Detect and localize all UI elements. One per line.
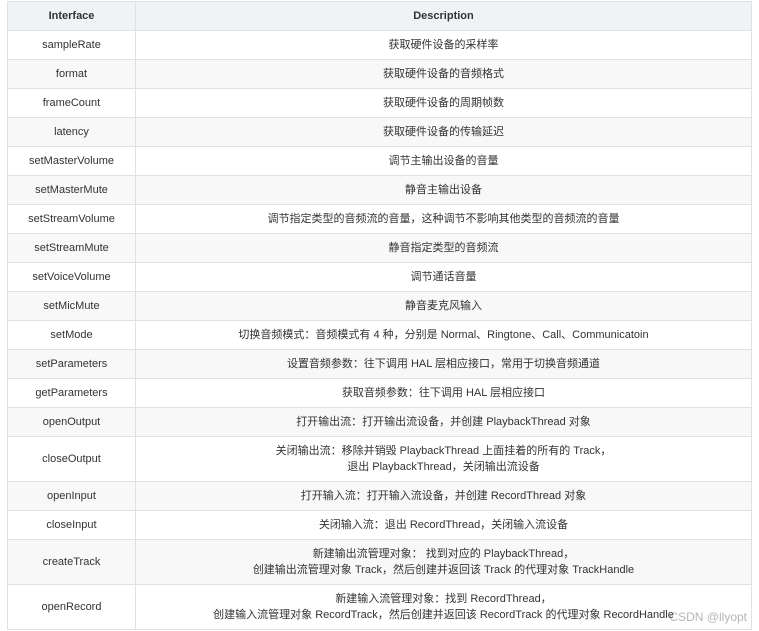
interface-cell: frameCount — [7, 88, 136, 118]
description-line: 关闭输出流：移除并销毁 PlaybackThread 上面挂着的所有的 Trac… — [275, 445, 612, 457]
description-line: 创建输入流管理对象 RecordTrack，然后创建并返回该 RecordTra… — [213, 609, 674, 621]
description-cell: 调节指定类型的音频流的音量，这种调节不影响其他类型的音频流的音量 — [135, 204, 752, 234]
interface-cell: closeOutput — [7, 436, 136, 482]
interface-cell: setMasterMute — [7, 175, 136, 205]
interface-cell: getParameters — [7, 378, 136, 408]
description-cell: 调节通话音量 — [135, 262, 752, 292]
interface-cell: setParameters — [7, 349, 136, 379]
description-line: 静音主输出设备 — [405, 184, 482, 196]
description-line: 获取硬件设备的周期帧数 — [383, 97, 504, 109]
table-header-row: Interface Description — [7, 1, 752, 31]
description-cell: 静音主输出设备 — [135, 175, 752, 205]
description-line: 获取硬件设备的采样率 — [388, 39, 499, 51]
table-row: setParameters 设置音频参数：往下调用 HAL 层相应接口，常用于切换… — [7, 349, 752, 379]
description-line: 获取音频参数：往下调用 HAL 层相应接口 — [341, 387, 546, 399]
description-line: 获取硬件设备的传输延迟 — [383, 126, 504, 138]
table-row: openOutput 打开输出流：打开输出流设备，并创建 PlaybackThre… — [7, 407, 752, 437]
table-row: setMode 切换音频模式：音频模式有 4 种，分别是 Normal、Ringt… — [7, 320, 752, 350]
description-line: 新建输出流管理对象： 找到对应的 PlaybackThread， — [312, 548, 575, 560]
interface-cell: createTrack — [7, 539, 136, 585]
table-row: closeInput 关闭输入流：退出 RecordThread，关闭输入流设备 — [7, 510, 752, 540]
interface-cell: setMicMute — [7, 291, 136, 321]
description-cell: 获取硬件设备的采样率 — [135, 30, 752, 60]
interface-cell: setStreamMute — [7, 233, 136, 263]
table-row: setVoiceVolume 调节通话音量 — [7, 262, 752, 292]
description-cell: 获取硬件设备的音频格式 — [135, 59, 752, 89]
watermark: CSDN @llyopt — [669, 610, 747, 624]
table-row: setMasterMute 静音主输出设备 — [7, 175, 752, 205]
table-row: closeOutput 关闭输出流：移除并销毁 PlaybackThread 上面… — [7, 436, 752, 482]
description-cell: 静音麦克风输入 — [135, 291, 752, 321]
interface-cell: format — [7, 59, 136, 89]
interface-cell: setVoiceVolume — [7, 262, 136, 292]
interface-cell: setMode — [7, 320, 136, 350]
interface-cell: openOutput — [7, 407, 136, 437]
header-description: Description — [135, 1, 752, 31]
description-line: 关闭输入流：退出 RecordThread，关闭输入流设备 — [318, 519, 569, 531]
table-row: latency 获取硬件设备的传输延迟 — [7, 117, 752, 147]
header-interface: Interface — [7, 1, 136, 31]
table-row: setMasterVolume 调节主输出设备的音量 — [7, 146, 752, 176]
description-cell: 获取硬件设备的传输延迟 — [135, 117, 752, 147]
description-line: 静音麦克风输入 — [405, 300, 482, 312]
interface-cell: openRecord — [7, 584, 136, 630]
table-row: setStreamVolume 调节指定类型的音频流的音量，这种调节不影响其他类型… — [7, 204, 752, 234]
description-cell: 打开输入流：打开输入流设备，并创建 RecordThread 对象 — [135, 481, 752, 511]
description-cell: 新建输入流管理对象：找到 RecordThread， 创建输入流管理对象 Reco… — [135, 584, 752, 630]
description-line: 调节主输出设备的音量 — [388, 155, 499, 167]
interface-cell: setStreamVolume — [7, 204, 136, 234]
description-cell: 设置音频参数：往下调用 HAL 层相应接口，常用于切换音频通道 — [135, 349, 752, 379]
description-line: 获取硬件设备的音频格式 — [383, 68, 504, 80]
interface-cell: sampleRate — [7, 30, 136, 60]
interface-cell: closeInput — [7, 510, 136, 540]
description-line: 新建输入流管理对象：找到 RecordThread， — [335, 593, 552, 605]
description-cell: 关闭输出流：移除并销毁 PlaybackThread 上面挂着的所有的 Trac… — [135, 436, 752, 482]
description-line: 设置音频参数：往下调用 HAL 层相应接口，常用于切换音频通道 — [286, 358, 601, 370]
table-row: openInput 打开输入流：打开输入流设备，并创建 RecordThread … — [7, 481, 752, 511]
description-cell: 调节主输出设备的音量 — [135, 146, 752, 176]
description-cell: 新建输出流管理对象： 找到对应的 PlaybackThread， 创建输出流管理对… — [135, 539, 752, 585]
table-row: openRecord 新建输入流管理对象：找到 RecordThread， 创建输入… — [7, 584, 752, 630]
description-cell: 获取硬件设备的周期帧数 — [135, 88, 752, 118]
interface-table: Interface Description sampleRate 获取硬件设备的采… — [7, 1, 752, 630]
description-line: 静音指定类型的音频流 — [388, 242, 499, 254]
table-row: setMicMute 静音麦克风输入 — [7, 291, 752, 321]
description-cell: 关闭输入流：退出 RecordThread，关闭输入流设备 — [135, 510, 752, 540]
description-line: 调节指定类型的音频流的音量，这种调节不影响其他类型的音频流的音量 — [267, 213, 620, 225]
table-row: getParameters 获取音频参数：往下调用 HAL 层相应接口 — [7, 378, 752, 408]
interface-cell: setMasterVolume — [7, 146, 136, 176]
description-line: 创建输出流管理对象 Track，然后创建并返回该 Track 的代理对象 Tra… — [252, 564, 635, 576]
description-cell: 获取音频参数：往下调用 HAL 层相应接口 — [135, 378, 752, 408]
interface-cell: latency — [7, 117, 136, 147]
description-cell: 静音指定类型的音频流 — [135, 233, 752, 263]
description-cell: 切换音频模式：音频模式有 4 种，分别是 Normal、Ringtone、Cal… — [135, 320, 752, 350]
description-line: 调节通话音量 — [410, 271, 477, 283]
table-row: frameCount 获取硬件设备的周期帧数 — [7, 88, 752, 118]
description-line: 切换音频模式：音频模式有 4 种，分别是 Normal、Ringtone、Cal… — [238, 329, 649, 341]
description-line: 打开输入流：打开输入流设备，并创建 RecordThread 对象 — [300, 490, 587, 502]
description-line: 退出 PlaybackThread，关闭输出流设备 — [347, 461, 540, 473]
table-row: sampleRate 获取硬件设备的采样率 — [7, 30, 752, 60]
interface-cell: openInput — [7, 481, 136, 511]
table-row: setStreamMute 静音指定类型的音频流 — [7, 233, 752, 263]
description-line: 打开输出流：打开输出流设备，并创建 PlaybackThread 对象 — [296, 416, 591, 428]
table-row: createTrack 新建输出流管理对象： 找到对应的 PlaybackThre… — [7, 539, 752, 585]
table-row: format 获取硬件设备的音频格式 — [7, 59, 752, 89]
description-cell: 打开输出流：打开输出流设备，并创建 PlaybackThread 对象 — [135, 407, 752, 437]
